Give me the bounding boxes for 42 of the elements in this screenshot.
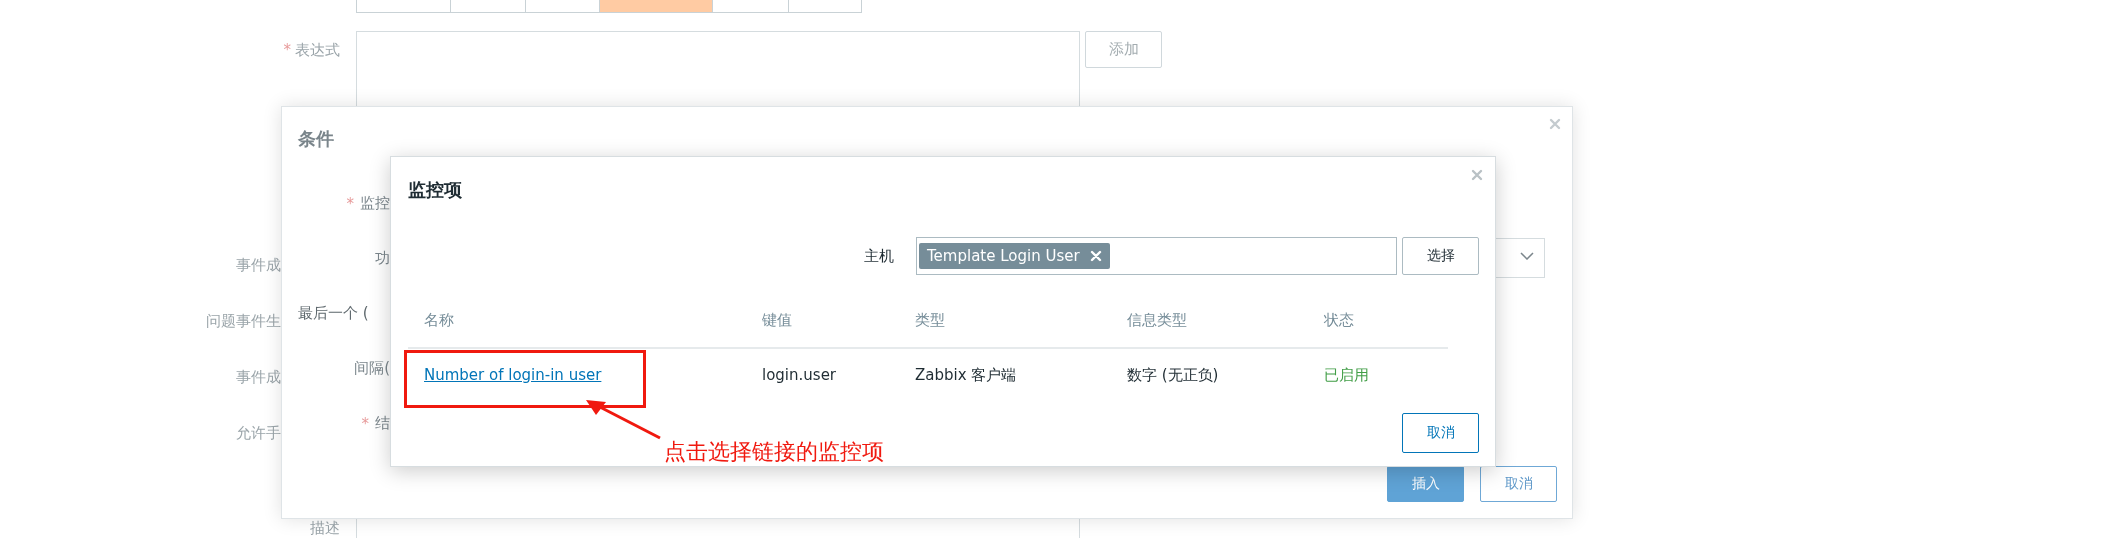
severity-button[interactable] bbox=[356, 0, 451, 13]
field-label: 监控 bbox=[360, 194, 390, 213]
field-label: 事件成 bbox=[236, 256, 281, 274]
item-link[interactable]: Number of login-in user bbox=[424, 366, 602, 384]
field-label: 描述 bbox=[310, 519, 340, 538]
dialog-title: 条件 bbox=[297, 127, 334, 151]
field-label: 结 bbox=[375, 414, 390, 433]
close-icon[interactable] bbox=[1549, 118, 1561, 130]
field-label: 表达式 bbox=[295, 41, 340, 59]
field-label: 间隔( bbox=[354, 359, 390, 378]
field-label: 功 bbox=[375, 249, 390, 268]
field-label: 允许手 bbox=[236, 424, 281, 442]
table-cell: login.user bbox=[746, 348, 899, 401]
table-cell: Zabbix 客户端 bbox=[899, 348, 1111, 401]
column-header: 类型 bbox=[899, 305, 1111, 348]
required-mark: * bbox=[346, 194, 354, 213]
column-header: 名称 bbox=[408, 305, 746, 348]
status-cell: 已启用 bbox=[1308, 348, 1448, 401]
add-button[interactable]: 添加 bbox=[1085, 31, 1162, 68]
field-label: 主机 bbox=[864, 246, 894, 266]
severity-button[interactable] bbox=[788, 0, 862, 13]
annotation-text: 点击选择链接的监控项 bbox=[664, 438, 884, 466]
field-label: 问题事件生 bbox=[206, 312, 281, 330]
column-header: 状态 bbox=[1308, 305, 1448, 348]
host-field[interactable]: Template Login User bbox=[916, 237, 1397, 275]
field-label: 事件成 bbox=[236, 368, 281, 386]
remove-icon[interactable] bbox=[1089, 250, 1102, 262]
insert-button[interactable]: 插入 bbox=[1387, 466, 1464, 502]
close-icon[interactable] bbox=[1471, 169, 1483, 181]
required-mark: * bbox=[361, 414, 369, 433]
required-mark: * bbox=[283, 41, 291, 59]
select-button[interactable]: 选择 bbox=[1402, 237, 1479, 275]
section-label: 最后一个 ( bbox=[298, 304, 369, 323]
tag-label: Template Login User bbox=[927, 247, 1080, 265]
severity-button[interactable] bbox=[599, 0, 713, 13]
column-header: 键值 bbox=[746, 305, 899, 348]
chevron-icon bbox=[1520, 252, 1534, 260]
dialog-title: 监控项 bbox=[408, 178, 462, 202]
cancel-button[interactable]: 取消 bbox=[1480, 466, 1557, 502]
table-cell: 数字 (无正负) bbox=[1111, 348, 1308, 401]
cancel-button[interactable]: 取消 bbox=[1402, 413, 1479, 453]
column-header: 信息类型 bbox=[1111, 305, 1308, 348]
